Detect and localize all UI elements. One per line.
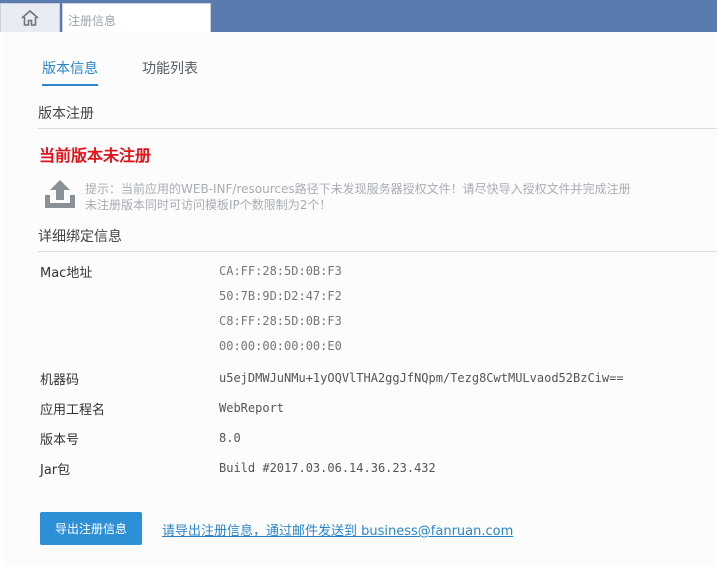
divider	[38, 251, 717, 252]
mac-address-value: 50:7B:9D:D2:47:F2	[219, 289, 342, 303]
register-hint: 提示：当前应用的WEB-INF/resources路径下未发现服务器授权文件！请…	[85, 181, 631, 213]
tab-register-info[interactable]: 注册信息	[62, 3, 211, 32]
hint-line-1: 提示：当前应用的WEB-INF/resources路径下未发现服务器授权文件！请…	[85, 182, 631, 196]
main-panel: 版本信息 功能列表 版本注册 当前版本未注册 提示：当前应用的WEB-INF/r…	[0, 32, 717, 566]
project-name-label: 应用工程名	[40, 403, 106, 418]
home-button[interactable]	[0, 3, 60, 32]
section-title-details: 详细绑定信息	[38, 229, 122, 245]
project-name-value: WebReport	[219, 401, 285, 415]
jar-label: Jar包	[40, 463, 71, 478]
top-tab-bar: 注册信息	[0, 0, 717, 32]
section-title-version-register: 版本注册	[38, 106, 94, 122]
version-label: 版本号	[40, 433, 80, 448]
export-register-info-button[interactable]: 导出注册信息	[40, 512, 142, 545]
mac-address-value: C8:FF:28:5D:0B:F3	[219, 314, 342, 328]
upload-icon	[45, 180, 75, 208]
tab-feature-list[interactable]: 功能列表	[142, 58, 198, 78]
version-value: 8.0	[219, 431, 241, 445]
tab-version-info[interactable]: 版本信息	[42, 58, 98, 86]
hint-line-2: 未注册版本同时可访问模板IP个数限制为2个！	[85, 198, 332, 212]
register-status: 当前版本未注册	[39, 146, 152, 165]
home-icon	[21, 9, 39, 26]
send-email-link[interactable]: 请导出注册信息，通过邮件发送到 business@fanruan.com	[162, 520, 513, 539]
mac-address-label: Mac地址	[40, 266, 93, 281]
jar-value: Build #2017.03.06.14.36.23.432	[219, 461, 436, 475]
machine-code-value: u5ejDMWJuNMu+1yOQVlTHA2ggJfNQpm/Tezg8Cwt…	[219, 371, 624, 385]
mac-address-value: 00:00:00:00:00:E0	[219, 339, 342, 353]
mac-address-value: CA:FF:28:5D:0B:F3	[219, 264, 342, 278]
machine-code-label: 机器码	[40, 373, 80, 388]
divider	[38, 128, 717, 129]
